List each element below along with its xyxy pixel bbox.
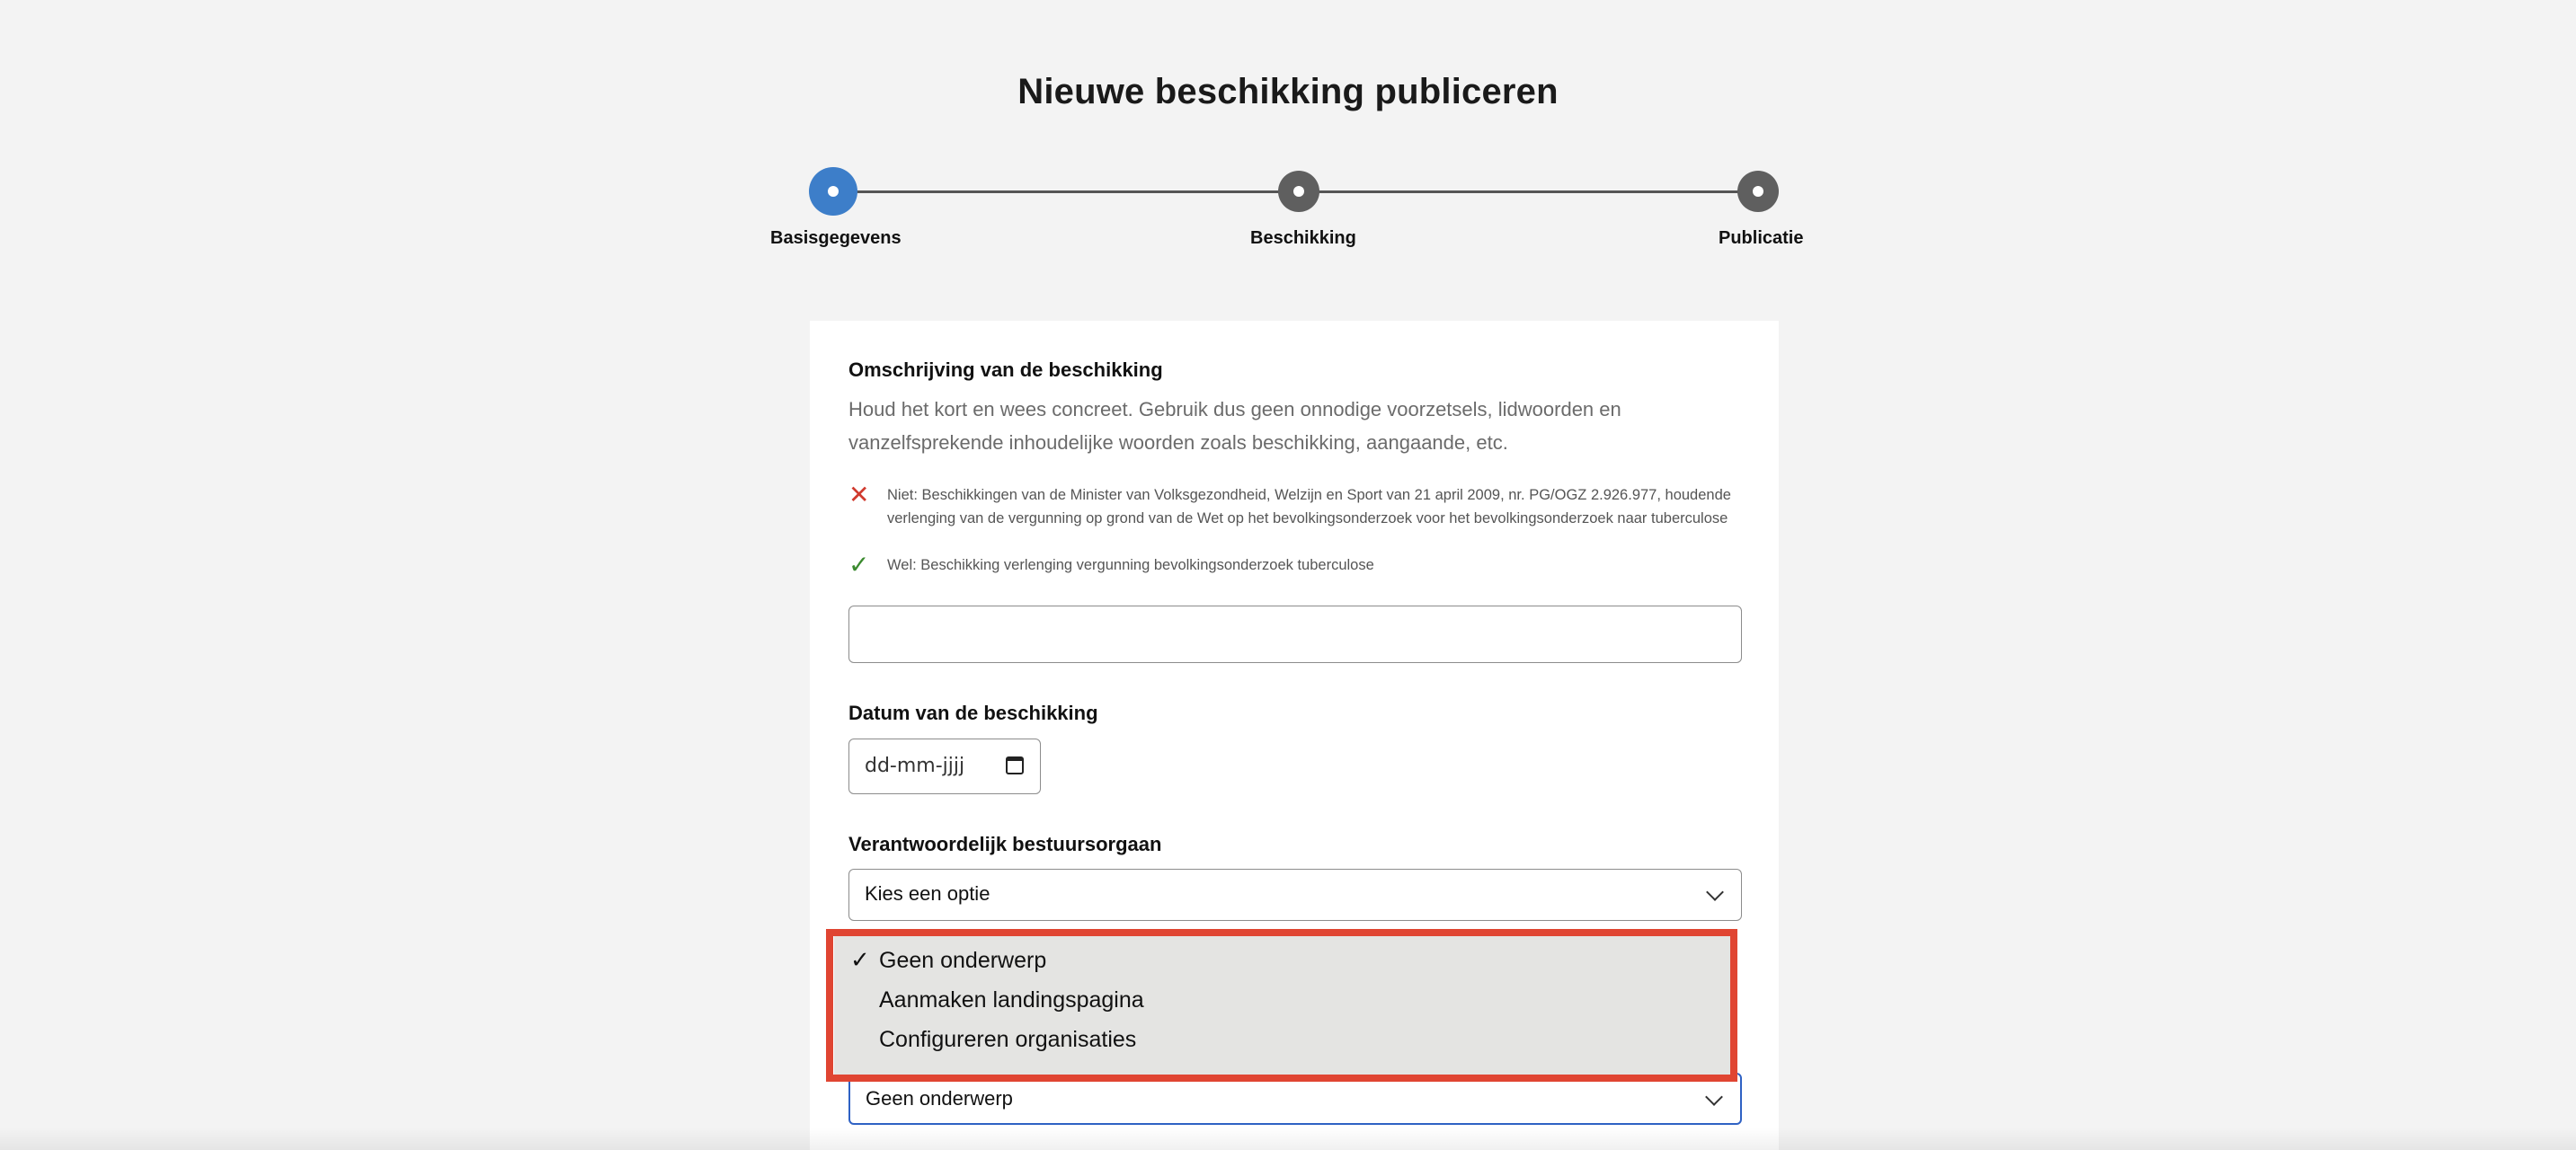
datum-placeholder: dd-mm-jjjj: [865, 755, 965, 777]
page-title: Nieuwe beschikking publiceren: [1017, 72, 1559, 111]
datum-label: Datum van de beschikking: [848, 702, 1098, 724]
bestuursorgaan-select[interactable]: Kies een optie: [848, 869, 1742, 921]
step-basisgegevens-indicator: [809, 167, 857, 216]
chevron-down-icon: [1705, 1088, 1723, 1106]
datum-input[interactable]: dd-mm-jjjj: [848, 739, 1041, 794]
onderwerp-selected-value: Geen onderwerp: [866, 1087, 1013, 1110]
checkmark-icon: ✓: [848, 551, 870, 579]
example-bad-text: Niet: Beschikkingen van de Minister van …: [887, 487, 1731, 526]
highlight-outline: [826, 929, 1737, 1082]
bottom-shadow: [0, 1128, 2576, 1150]
example-good-text: Wel: Beschikking verlenging vergunning b…: [887, 557, 1374, 573]
example-good: ✓ Wel: Beschikking verlenging vergunning…: [848, 553, 1747, 579]
step-publicatie-indicator: [1737, 171, 1779, 212]
chevron-down-icon: [1706, 883, 1724, 901]
omschrijving-label: Omschrijving van de beschikking: [848, 358, 1163, 381]
example-bad: ✕ Niet: Beschikkingen van de Minister va…: [848, 481, 1747, 553]
bestuursorgaan-label: Verantwoordelijk bestuursorgaan: [848, 833, 1162, 855]
cross-icon: ✕: [848, 481, 870, 509]
step-label-publicatie: Publicatie: [1719, 228, 1804, 248]
omschrijving-help-text: Houd het kort en wees concreet. Gebruik …: [848, 398, 1621, 454]
step-beschikking-indicator: [1278, 171, 1319, 212]
calendar-icon[interactable]: [1006, 756, 1024, 774]
omschrijving-input[interactable]: [848, 606, 1742, 663]
step-label-basisgegevens: Basisgegevens: [770, 228, 902, 248]
step-label-beschikking: Beschikking: [1250, 228, 1356, 248]
bestuursorgaan-selected-value: Kies een optie: [865, 882, 990, 905]
